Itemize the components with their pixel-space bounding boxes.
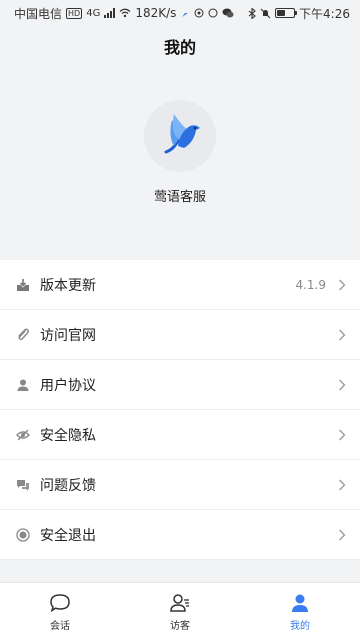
menu-label: 安全隐私: [40, 427, 96, 444]
menu-item-user-agreement[interactable]: 用户协议: [0, 360, 360, 410]
tab-me[interactable]: 我的: [240, 583, 360, 640]
tab-label: 会话: [50, 620, 70, 632]
message-notification-icon: [208, 8, 218, 18]
mute-icon: [260, 8, 271, 18]
menu-label: 问题反馈: [40, 477, 96, 494]
download-icon: [16, 278, 30, 292]
menu-label: 安全退出: [40, 527, 96, 544]
chevron-right-icon: [336, 428, 348, 442]
settings-menu: 版本更新 4.1.9 访问官网 用户协议 安全隐私 问题反馈 安全退出: [0, 260, 360, 560]
user-icon: [16, 378, 30, 392]
battery-icon: [275, 8, 298, 18]
chat-bubbles-icon: [16, 478, 30, 492]
menu-label: 访问官网: [40, 327, 96, 344]
person-icon: [289, 592, 311, 614]
chevron-right-icon: [336, 478, 348, 492]
bottom-tab-bar: 会话 访客 我的: [0, 582, 360, 640]
tab-visitors[interactable]: 访客: [120, 583, 240, 640]
logout-icon: [16, 527, 30, 542]
menu-item-security-privacy[interactable]: 安全隐私: [0, 410, 360, 460]
wifi-icon: [119, 8, 131, 18]
hd-badge: HD: [66, 7, 83, 19]
carrier-label: 中国电信: [14, 6, 63, 21]
bluetooth-icon: [248, 7, 256, 19]
menu-item-feedback[interactable]: 问题反馈: [0, 460, 360, 510]
wechat-notification-icon: [222, 8, 234, 18]
chevron-right-icon: [336, 528, 348, 542]
bird-logo-icon: [164, 114, 200, 154]
chat-icon: [49, 592, 71, 614]
network-speed: 182K/s: [135, 6, 177, 20]
menu-item-version-update[interactable]: 版本更新 4.1.9: [0, 260, 360, 310]
menu-label: 用户协议: [40, 377, 96, 394]
signal-icon: [104, 8, 116, 18]
app-logo: [144, 100, 216, 172]
chevron-right-icon: [336, 278, 348, 292]
app-notification-icon: [182, 9, 189, 17]
menu-item-logout[interactable]: 安全退出: [0, 510, 360, 560]
tab-label: 访客: [170, 620, 190, 632]
eye-off-icon: [16, 428, 30, 442]
version-number: 4.1.9: [295, 277, 326, 292]
status-bar: 中国电信 HD 4G 182K/s 下午4:26: [0, 0, 360, 26]
settings-notification-icon: [194, 8, 204, 18]
paperclip-icon: [16, 328, 30, 342]
chevron-right-icon: [336, 378, 348, 392]
menu-item-official-website[interactable]: 访问官网: [0, 310, 360, 360]
visitor-icon: [169, 592, 191, 614]
page-title: 我的: [163, 38, 196, 57]
tab-label: 我的: [290, 620, 310, 632]
network-type: 4G: [86, 7, 101, 19]
status-time: 下午4:26: [299, 6, 350, 21]
tab-conversations[interactable]: 会话: [0, 583, 120, 640]
menu-label: 版本更新: [40, 277, 96, 294]
chevron-right-icon: [336, 328, 348, 342]
profile-name: 莺语客服: [153, 190, 206, 205]
profile-section: 莺语客服: [0, 100, 360, 205]
